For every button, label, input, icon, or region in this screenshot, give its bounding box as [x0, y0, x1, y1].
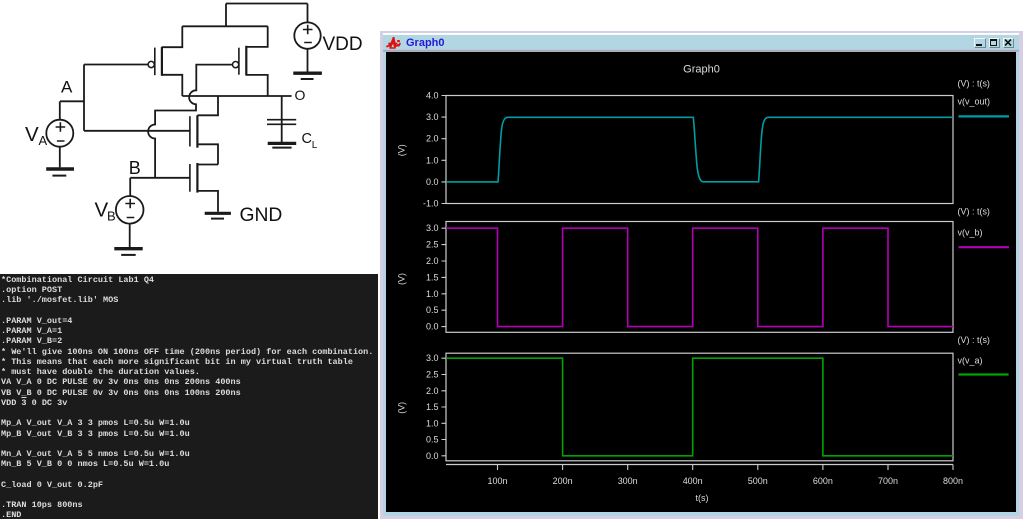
svg-text:800n: 800n: [943, 476, 963, 486]
svg-text:Graph0: Graph0: [683, 64, 720, 76]
svg-text:v(v_out): v(v_out): [957, 97, 989, 107]
svg-text:(V): (V): [396, 144, 406, 156]
svg-text:100n: 100n: [487, 476, 507, 486]
svg-text:2.0: 2.0: [426, 134, 439, 144]
svg-text:t(s): t(s): [695, 493, 708, 503]
svg-text:4.0: 4.0: [426, 91, 439, 101]
svg-text:(V) : t(s): (V) : t(s): [957, 207, 989, 217]
svg-text:3.0: 3.0: [426, 353, 439, 363]
svg-text:1.0: 1.0: [426, 418, 439, 428]
svg-text:(V) : t(s): (V) : t(s): [957, 78, 989, 88]
svg-text:C: C: [302, 131, 312, 147]
svg-text:3.0: 3.0: [426, 223, 439, 233]
svg-text:L: L: [312, 140, 318, 151]
svg-text:(V) : t(s): (V) : t(s): [957, 335, 989, 345]
svg-text:600n: 600n: [813, 476, 833, 486]
svg-text:2.0: 2.0: [426, 386, 439, 396]
svg-text:-1.0: -1.0: [423, 199, 438, 209]
svg-text:(V): (V): [396, 273, 406, 285]
svg-text:2.5: 2.5: [426, 240, 439, 250]
svg-text:2.0: 2.0: [426, 256, 439, 266]
svg-text:1.0: 1.0: [426, 155, 439, 165]
svg-text:3.0: 3.0: [426, 112, 439, 122]
svg-text:0.5: 0.5: [426, 305, 439, 315]
svg-text:1.5: 1.5: [426, 402, 439, 412]
svg-text:VDD: VDD: [323, 34, 363, 55]
svg-text:0.0: 0.0: [426, 322, 439, 332]
svg-text:(V): (V): [396, 402, 406, 414]
svg-text:GND: GND: [240, 205, 283, 226]
svg-text:0.0: 0.0: [426, 451, 439, 461]
svg-text:2.5: 2.5: [426, 369, 439, 379]
svg-text:B: B: [107, 209, 116, 224]
svg-text:700n: 700n: [878, 476, 898, 486]
svg-text:A: A: [61, 78, 73, 97]
svg-text:1.5: 1.5: [426, 272, 439, 282]
svg-text:200n: 200n: [552, 476, 572, 486]
svg-text:1.0: 1.0: [426, 289, 439, 299]
svg-text:0.5: 0.5: [426, 434, 439, 444]
svg-text:A: A: [39, 133, 48, 148]
svg-text:500n: 500n: [747, 476, 767, 486]
svg-text:B: B: [129, 158, 141, 178]
svg-text:400n: 400n: [682, 476, 702, 486]
svg-text:V: V: [25, 123, 39, 146]
svg-text:O: O: [295, 87, 306, 103]
svg-text:300n: 300n: [617, 476, 637, 486]
svg-text:v(v_b): v(v_b): [957, 227, 982, 237]
svg-text:0.0: 0.0: [426, 177, 439, 187]
svg-text:v(v_a): v(v_a): [957, 355, 982, 365]
